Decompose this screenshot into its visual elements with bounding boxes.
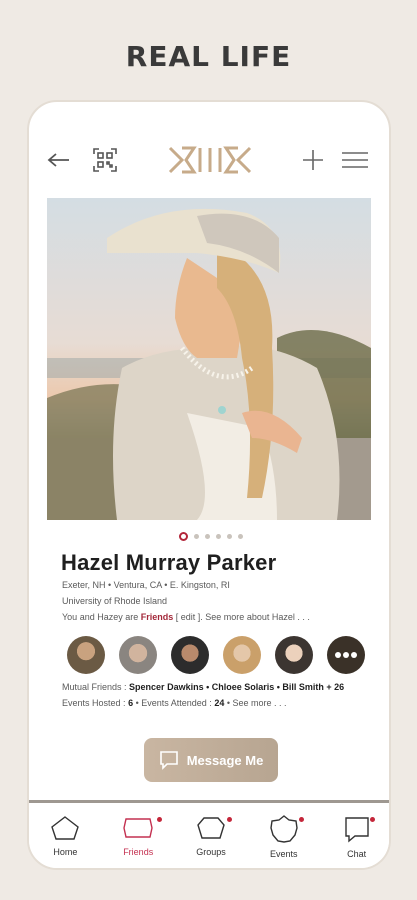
profile-name: Hazel Murray Parker: [61, 550, 277, 575]
mutual-friends-label: Mutual Friends :: [62, 682, 127, 692]
bottom-nav: Home Friends Groups Events Chat: [29, 800, 389, 868]
events-hosted-label: Events Hosted :: [62, 698, 126, 708]
profile-school: University of Rhode Island: [62, 596, 168, 606]
pagination-dot[interactable]: [227, 534, 232, 539]
nav-events-label: Events: [270, 849, 298, 859]
relationship-line: You and Hazey are Friends [ edit ]. See …: [62, 612, 310, 622]
groups-icon: [197, 817, 225, 839]
avatar[interactable]: [171, 636, 209, 674]
mutual-friends-names[interactable]: Spencer Dawkins • Chloee Solaris • Bill …: [129, 682, 344, 692]
qr-code-icon[interactable]: [91, 144, 119, 176]
chat-icon: [344, 817, 369, 843]
nav-friends[interactable]: Friends: [102, 803, 175, 868]
profile-locations: Exeter, NH • Ventura, CA • E. Kingston, …: [62, 580, 230, 590]
events-line: Events Hosted : 6 • Events Attended : 24…: [62, 698, 287, 708]
message-icon: [159, 751, 178, 770]
notification-badge: [299, 817, 305, 822]
notification-badge: [226, 817, 232, 822]
top-bar: [29, 140, 389, 180]
message-me-button[interactable]: Message Me: [144, 738, 278, 782]
more-friends-avatar[interactable]: [327, 636, 365, 674]
mutual-friends-line: Mutual Friends : Spencer Dawkins • Chloe…: [62, 682, 344, 692]
pagination-dot[interactable]: [194, 534, 199, 539]
nav-friends-label: Friends: [123, 847, 154, 857]
avatar[interactable]: [67, 636, 105, 674]
notification-badge: [370, 817, 376, 822]
avatar[interactable]: [119, 636, 157, 674]
friends-icon: [123, 818, 153, 838]
pagination-dot[interactable]: [216, 534, 221, 539]
nav-chat[interactable]: Chat: [320, 803, 389, 868]
app-logo[interactable]: [167, 144, 253, 176]
friend-status-link[interactable]: Friends: [141, 612, 174, 622]
nav-groups-label: Groups: [196, 847, 226, 857]
pagination-dot-active[interactable]: [179, 532, 188, 541]
events-attended-label: • Events Attended :: [135, 698, 212, 708]
profile-photo[interactable]: [47, 198, 371, 520]
message-me-label: Message Me: [186, 752, 264, 768]
nav-home-label: Home: [53, 847, 78, 857]
see-more-link[interactable]: [ edit ]. See more about Hazel . . .: [176, 612, 310, 622]
events-icon: [270, 815, 298, 843]
notification-badge: [156, 817, 162, 822]
photo-pagination: [29, 532, 389, 541]
events-attended-count: 24: [214, 698, 225, 708]
avatar[interactable]: [275, 636, 313, 674]
pagination-dot[interactable]: [238, 534, 243, 539]
events-hosted-count: 6: [128, 698, 134, 708]
add-icon[interactable]: [299, 144, 327, 176]
home-icon: [51, 816, 80, 840]
events-see-more-link[interactable]: • See more . . .: [227, 698, 287, 708]
nav-chat-label: Chat: [347, 849, 367, 859]
avatar[interactable]: [223, 636, 261, 674]
mutual-friends-avatars: [67, 636, 365, 674]
pagination-dot[interactable]: [205, 534, 210, 539]
page-headline: REAL LIFE: [125, 40, 292, 73]
nav-groups[interactable]: Groups: [175, 803, 248, 868]
nav-home[interactable]: Home: [29, 803, 102, 868]
menu-icon[interactable]: [340, 144, 370, 176]
relationship-prefix: You and Hazey are: [62, 612, 139, 622]
nav-events[interactable]: Events: [247, 803, 320, 868]
phone-frame: Hazel Murray Parker Exeter, NH • Ventura…: [27, 100, 391, 870]
back-arrow-icon[interactable]: [45, 144, 73, 176]
